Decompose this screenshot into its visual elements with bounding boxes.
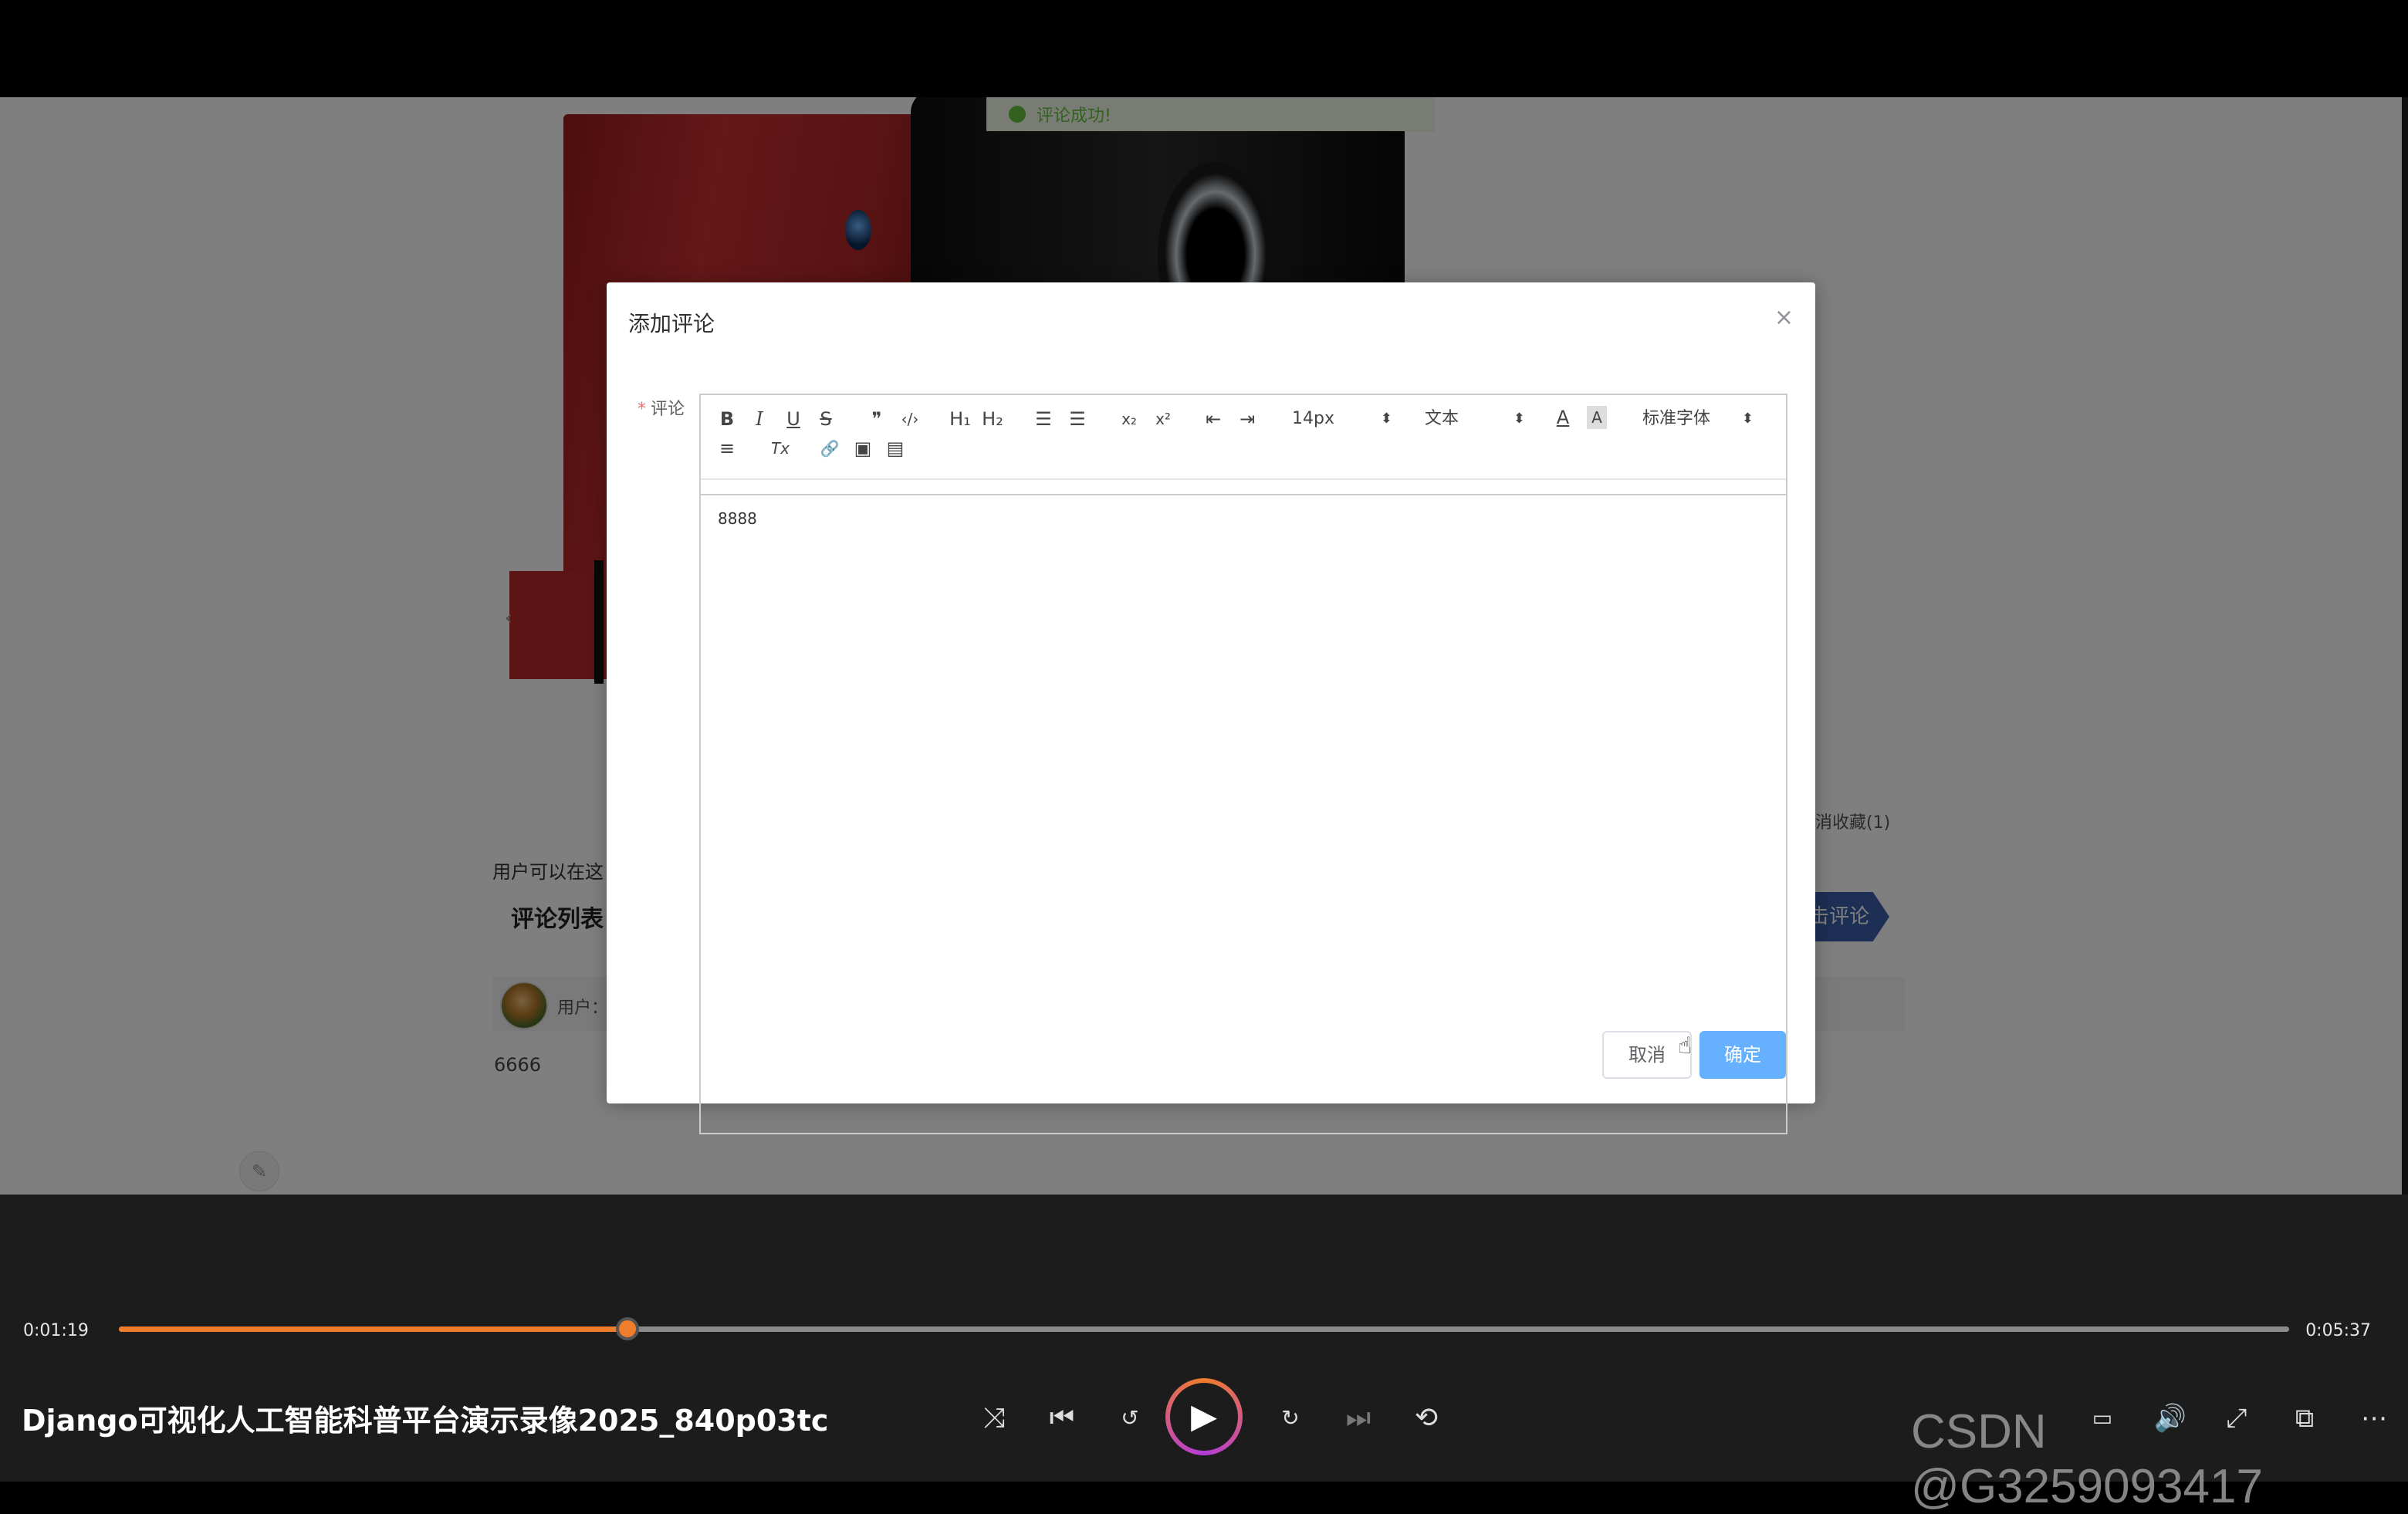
clear-format-icon[interactable]: Tx: [769, 437, 792, 460]
code-icon[interactable]: ‹/›: [898, 407, 922, 431]
image-icon[interactable]: ▣: [852, 437, 874, 460]
mini-player-icon[interactable]: ⧉: [2285, 1398, 2325, 1438]
background-color-icon[interactable]: A: [1587, 406, 1607, 429]
header-value: 文本: [1425, 409, 1459, 428]
underline-button[interactable]: U: [784, 407, 803, 431]
header-select[interactable]: 文本 ⬍: [1425, 407, 1525, 431]
frame-edge: [2402, 97, 2408, 1195]
bold-button[interactable]: B: [718, 407, 736, 431]
play-icon: ▶: [1170, 1383, 1238, 1451]
superscript-button[interactable]: x²: [1152, 407, 1175, 431]
font-family-value: 标准字体: [1642, 409, 1711, 428]
total-time: 0:05:37: [2305, 1321, 2371, 1340]
quote-icon[interactable]: ❞: [866, 407, 888, 431]
select-arrows-icon: ⬍: [1741, 411, 1754, 427]
letterbox-top: [0, 0, 2408, 97]
shuffle-icon[interactable]: ⤨: [974, 1398, 1014, 1438]
dialog-title: 添加评论: [628, 311, 715, 336]
previous-icon[interactable]: ⏮: [1042, 1398, 1082, 1438]
more-icon[interactable]: ⋯: [2354, 1398, 2394, 1438]
link-icon[interactable]: 🔗: [818, 437, 841, 460]
align-icon[interactable]: ≡: [716, 437, 738, 460]
fullscreen-icon[interactable]: ⤢: [2217, 1398, 2257, 1438]
subscript-button[interactable]: x₂: [1118, 407, 1141, 431]
required-mark: *: [638, 400, 646, 419]
bullet-list-icon[interactable]: ☰: [1067, 407, 1088, 431]
video-frame: 评论成功! ‹ 用户可以在这 评论列表 取消收藏(1) 击评论 用户： 6666…: [0, 97, 2408, 1195]
confirm-button[interactable]: 确定: [1699, 1031, 1786, 1079]
subtitles-icon[interactable]: ▭: [2082, 1398, 2122, 1438]
italic-button[interactable]: I: [750, 407, 769, 431]
seek-thumb[interactable]: [616, 1317, 640, 1340]
volume-icon[interactable]: 🔊: [2150, 1398, 2190, 1438]
close-icon[interactable]: ×: [1774, 304, 1794, 331]
h1-button[interactable]: H₁: [948, 407, 972, 431]
seek-bar[interactable]: [119, 1317, 2289, 1340]
font-family-select[interactable]: 标准字体 ⬍: [1642, 407, 1754, 431]
rewind-10-icon[interactable]: ↺: [1110, 1398, 1150, 1438]
current-time: 0:01:19: [23, 1321, 89, 1340]
repeat-off-icon[interactable]: ⟲: [1406, 1398, 1446, 1438]
video-icon[interactable]: ▤: [884, 437, 906, 460]
h2-button[interactable]: H₂: [980, 407, 1005, 431]
next-icon[interactable]: ⏭: [1338, 1398, 1378, 1438]
select-arrows-icon: ⬍: [1513, 411, 1525, 427]
comment-label-text: 评论: [651, 400, 685, 419]
comment-field-label: * 评论: [638, 395, 685, 420]
add-comment-dialog: 添加评论 × * 评论 B I U S ❞ ‹/› H₁ H₂ ☰ ☰ x₂ x²…: [607, 282, 1815, 1134]
strike-button[interactable]: S: [817, 407, 835, 431]
ordered-list-icon[interactable]: ☰: [1033, 407, 1054, 431]
media-player: 0:01:19 0:05:37 Django可视化人工智能科普平台演示录像202…: [0, 1195, 2408, 1513]
video-title: Django可视化人工智能科普平台演示录像2025_840p03tc: [22, 1404, 829, 1438]
indent-icon[interactable]: ⇥: [1236, 407, 1258, 431]
hand-cursor-icon: ☝: [1678, 1032, 1693, 1059]
select-arrows-icon: ⬍: [1380, 411, 1392, 427]
seek-progress: [119, 1326, 628, 1332]
forward-30-icon[interactable]: ↻: [1270, 1398, 1311, 1438]
outdent-icon[interactable]: ⇤: [1202, 407, 1224, 431]
play-button[interactable]: ▶: [1165, 1378, 1243, 1455]
rich-text-editor: B I U S ❞ ‹/› H₁ H₂ ☰ ☰ x₂ x² ⇤ ⇥ 14px ⬍: [699, 394, 1787, 1134]
font-size-select[interactable]: 14px ⬍: [1292, 407, 1392, 431]
font-size-value: 14px: [1292, 409, 1334, 428]
editor-content[interactable]: 8888: [718, 509, 757, 528]
text-color-icon[interactable]: A: [1553, 406, 1573, 429]
editor-toolbar: B I U S ❞ ‹/› H₁ H₂ ☰ ☰ x₂ x² ⇤ ⇥ 14px ⬍: [701, 395, 1786, 495]
